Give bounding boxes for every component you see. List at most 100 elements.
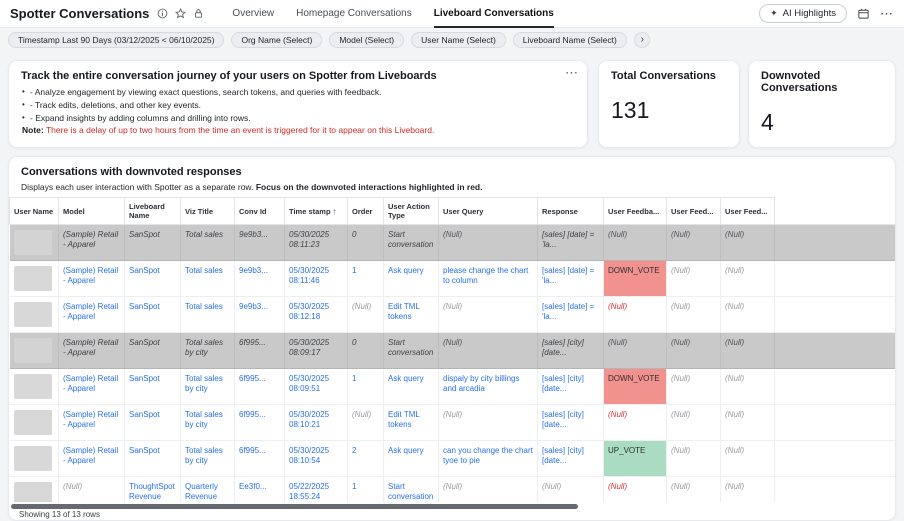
conv-cell[interactable]: 9e9b3... bbox=[235, 225, 285, 261]
query-cell[interactable]: (Null) bbox=[439, 333, 538, 369]
conv-cell[interactable]: 6f995... bbox=[235, 369, 285, 405]
action-cell[interactable]: Ask query bbox=[384, 369, 439, 405]
viz-cell[interactable]: Total sales by city bbox=[181, 441, 235, 477]
user-name-cell[interactable] bbox=[10, 405, 59, 441]
response-cell[interactable]: [sales] [city] [date... bbox=[538, 333, 604, 369]
conv-cell[interactable]: 9e9b3... bbox=[235, 261, 285, 297]
action-cell[interactable]: Ask query bbox=[384, 261, 439, 297]
model-cell[interactable]: (Sample) Retail - Apparel bbox=[59, 369, 125, 405]
info-icon[interactable] bbox=[157, 8, 168, 19]
user-feed-cell[interactable]: (Null) bbox=[721, 297, 775, 333]
column-header-order[interactable]: Order bbox=[348, 198, 384, 225]
table-row[interactable]: (Sample) Retail - ApparelSanSpotTotal sa… bbox=[10, 333, 896, 369]
user-feedback-cell[interactable]: (Null) bbox=[604, 477, 667, 503]
column-header-viz-title[interactable]: Viz Title bbox=[181, 198, 235, 225]
time-cell[interactable]: 05/30/2025 08:10:21 bbox=[285, 405, 348, 441]
table-row[interactable]: (Sample) Retail - ApparelSanSpotTotal sa… bbox=[10, 225, 896, 261]
liveboard-cell[interactable]: SanSpot bbox=[125, 369, 181, 405]
model-cell[interactable]: (Sample) Retail - Apparel bbox=[59, 297, 125, 333]
query-cell[interactable]: dispaly by city billings and arcadia bbox=[439, 369, 538, 405]
column-header-user-query[interactable]: User Query bbox=[439, 198, 538, 225]
order-cell[interactable]: 2 bbox=[348, 441, 384, 477]
order-cell[interactable]: 0 bbox=[348, 225, 384, 261]
column-header-user-action-type[interactable]: User Action Type bbox=[384, 198, 439, 225]
time-cell[interactable]: 05/22/2025 18:55:24 bbox=[285, 477, 348, 503]
table-row[interactable]: (Sample) Retail - ApparelSanSpotTotal sa… bbox=[10, 369, 896, 405]
conv-cell[interactable]: 6f995... bbox=[235, 405, 285, 441]
user-feedback-cell[interactable]: DOWN_VOTE bbox=[604, 369, 667, 405]
model-cell[interactable]: (Sample) Retail - Apparel bbox=[59, 261, 125, 297]
user-feedback-cell[interactable]: DOWN_VOTE bbox=[604, 261, 667, 297]
time-cell[interactable]: 05/30/2025 08:11:46 bbox=[285, 261, 348, 297]
table-row[interactable]: (Sample) Retail - ApparelSanSpotTotal sa… bbox=[10, 297, 896, 333]
user-feed-cell[interactable]: (Null) bbox=[667, 369, 721, 405]
viz-cell[interactable]: Total sales bbox=[181, 297, 235, 333]
user-name-cell[interactable] bbox=[10, 333, 59, 369]
more-filters-chevron-icon[interactable]: › bbox=[634, 32, 650, 48]
user-feedback-cell[interactable]: (Null) bbox=[604, 333, 667, 369]
sort-asc-icon[interactable]: ↑ bbox=[333, 207, 337, 216]
time-cell[interactable]: 05/30/2025 08:10:54 bbox=[285, 441, 348, 477]
table-row[interactable]: (Sample) Retail - ApparelSanSpotTotal sa… bbox=[10, 261, 896, 297]
column-header-user-feedba[interactable]: User Feedba... bbox=[604, 198, 667, 225]
action-cell[interactable]: Start conversation bbox=[384, 225, 439, 261]
filter-chip-org-name[interactable]: Org Name (Select) bbox=[231, 32, 322, 48]
filter-chip-timestamp[interactable]: Timestamp Last 90 Days (03/12/2025 < 06/… bbox=[8, 32, 224, 48]
model-cell[interactable]: (Sample) Retail - Apparel bbox=[59, 405, 125, 441]
horizontal-scrollbar-thumb[interactable] bbox=[11, 504, 578, 509]
column-header-response[interactable]: Response bbox=[538, 198, 604, 225]
column-header-conv-id[interactable]: Conv Id bbox=[235, 198, 285, 225]
column-header-time-stamp[interactable]: Time stamp↑ bbox=[285, 198, 348, 225]
order-cell[interactable]: 0 bbox=[348, 333, 384, 369]
time-cell[interactable]: 05/30/2025 08:11:23 bbox=[285, 225, 348, 261]
liveboard-cell[interactable]: SanSpot bbox=[125, 405, 181, 441]
user-name-cell[interactable] bbox=[10, 477, 59, 503]
viz-cell[interactable]: Quarterly Revenue bbox=[181, 477, 235, 503]
user-name-cell[interactable] bbox=[10, 261, 59, 297]
user-feedback-cell[interactable]: (Null) bbox=[604, 405, 667, 441]
action-cell[interactable]: Edit TML tokens bbox=[384, 297, 439, 333]
filter-chip-model[interactable]: Model (Select) bbox=[329, 32, 404, 48]
user-feed-cell[interactable]: (Null) bbox=[667, 261, 721, 297]
order-cell[interactable]: 1 bbox=[348, 261, 384, 297]
user-feed-cell[interactable]: (Null) bbox=[667, 297, 721, 333]
model-cell[interactable]: (Sample) Retail - Apparel bbox=[59, 225, 125, 261]
more-options-icon[interactable]: ⋯ bbox=[880, 7, 894, 20]
ai-highlights-button[interactable]: ✦ AI Highlights bbox=[759, 4, 847, 23]
user-feed-cell[interactable]: (Null) bbox=[721, 441, 775, 477]
conv-cell[interactable]: 6f995... bbox=[235, 441, 285, 477]
order-cell[interactable]: (Null) bbox=[348, 405, 384, 441]
user-feed-cell[interactable]: (Null) bbox=[721, 369, 775, 405]
order-cell[interactable]: 1 bbox=[348, 477, 384, 503]
user-name-cell[interactable] bbox=[10, 297, 59, 333]
user-name-cell[interactable] bbox=[10, 369, 59, 405]
liveboard-cell[interactable]: ThoughtSpot Revenue bbox=[125, 477, 181, 503]
column-header-user-name[interactable]: User Name bbox=[10, 198, 59, 225]
column-header-user-feed[interactable]: User Feed... bbox=[721, 198, 775, 225]
viz-cell[interactable]: Total sales by city bbox=[181, 405, 235, 441]
time-cell[interactable]: 05/30/2025 08:12:18 bbox=[285, 297, 348, 333]
conv-cell[interactable]: 6f995... bbox=[235, 333, 285, 369]
viz-cell[interactable]: Total sales by city bbox=[181, 333, 235, 369]
response-cell[interactable]: [sales] [date] = 'la... bbox=[538, 297, 604, 333]
user-feedback-cell[interactable]: (Null) bbox=[604, 225, 667, 261]
action-cell[interactable]: Ask query bbox=[384, 441, 439, 477]
time-cell[interactable]: 05/30/2025 08:09:17 bbox=[285, 333, 348, 369]
liveboard-cell[interactable]: SanSpot bbox=[125, 441, 181, 477]
query-cell[interactable]: can you change the chart tyoe to pie bbox=[439, 441, 538, 477]
lock-icon[interactable] bbox=[193, 8, 204, 19]
user-feed-cell[interactable]: (Null) bbox=[721, 477, 775, 503]
user-feed-cell[interactable]: (Null) bbox=[721, 405, 775, 441]
column-header-model[interactable]: Model bbox=[59, 198, 125, 225]
response-cell[interactable]: (Null) bbox=[538, 477, 604, 503]
response-cell[interactable]: [sales] [date] = 'la... bbox=[538, 225, 604, 261]
user-feed-cell[interactable]: (Null) bbox=[721, 225, 775, 261]
tab-liveboard-conversations[interactable]: Liveboard Conversations bbox=[434, 0, 554, 28]
viz-cell[interactable]: Total sales by city bbox=[181, 369, 235, 405]
response-cell[interactable]: [sales] [city] [date... bbox=[538, 441, 604, 477]
query-cell[interactable]: (Null) bbox=[439, 225, 538, 261]
query-cell[interactable]: (Null) bbox=[439, 405, 538, 441]
liveboard-cell[interactable]: SanSpot bbox=[125, 225, 181, 261]
user-feed-cell[interactable]: (Null) bbox=[667, 477, 721, 503]
time-cell[interactable]: 05/30/2025 08:09:51 bbox=[285, 369, 348, 405]
